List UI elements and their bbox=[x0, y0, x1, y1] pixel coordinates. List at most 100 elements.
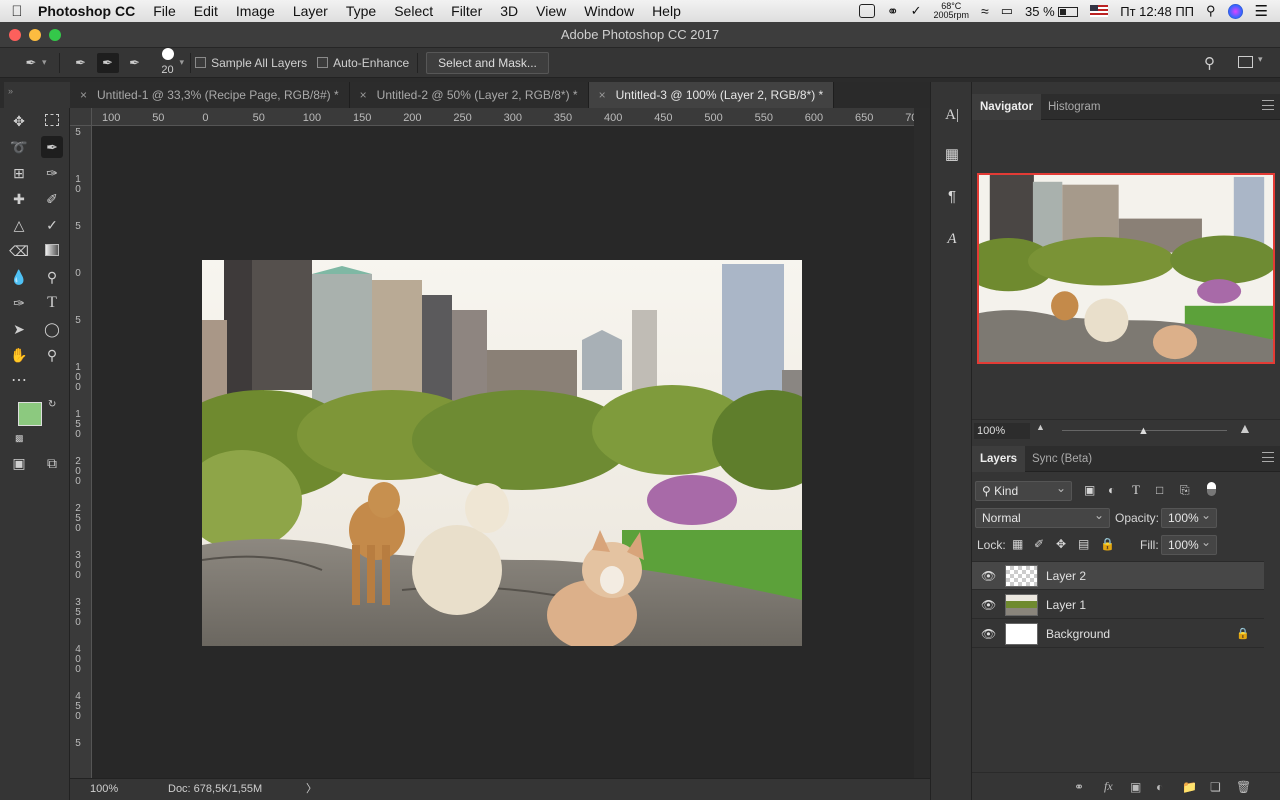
layer-row-layer-2[interactable]: 👁 Layer 2 bbox=[972, 562, 1264, 590]
path-selection-tool-icon[interactable]: ➤ bbox=[8, 318, 30, 340]
zoom-tool-icon[interactable]: ⚲ bbox=[41, 344, 63, 366]
menu-type[interactable]: Type bbox=[337, 3, 385, 19]
quick-selection-tool-icon[interactable]: ✒ bbox=[41, 136, 63, 158]
ruler-origin[interactable] bbox=[70, 108, 92, 126]
subtract-from-selection-icon[interactable]: ✒ bbox=[124, 53, 146, 73]
tab-layers[interactable]: Layers bbox=[972, 446, 1026, 472]
input-source-flag-icon[interactable] bbox=[1090, 5, 1109, 17]
lock-artboard-icon[interactable]: ▤ bbox=[1078, 537, 1089, 551]
link-layers-icon[interactable]: ⚭ bbox=[1074, 780, 1084, 794]
quick-mask-icon[interactable]: ▣ bbox=[8, 452, 30, 474]
spotlight-search-icon[interactable]: ⚲ bbox=[1206, 3, 1216, 19]
add-to-selection-icon[interactable]: ✒ bbox=[96, 52, 119, 73]
sample-all-layers-checkbox[interactable]: Sample All Layers bbox=[195, 56, 307, 70]
tab-untitled-2[interactable]: × Untitled-2 @ 50% (Layer 2, RGB/8*) * bbox=[349, 82, 589, 108]
ellipse-tool-icon[interactable]: ◯ bbox=[41, 318, 63, 340]
vertical-ruler[interactable]: 5 10 5 0 5 100 150 200 250 300 350 400 450 5 bbox=[70, 126, 92, 780]
new-group-icon[interactable]: 📁 bbox=[1182, 780, 1197, 794]
brush-tool-icon[interactable]: ✐ bbox=[41, 188, 63, 210]
healing-brush-tool-icon[interactable]: ✚ bbox=[8, 188, 30, 210]
checkmark-icon[interactable]: ✓ bbox=[911, 3, 922, 19]
pen-tool-icon[interactable]: ✑ bbox=[8, 292, 30, 314]
zoom-out-icon[interactable]: ▲ bbox=[1036, 422, 1045, 432]
filter-pixel-icon[interactable]: ▣ bbox=[1084, 483, 1095, 497]
layer-name[interactable]: Background bbox=[1046, 620, 1110, 648]
airplay-icon[interactable]: ▭ bbox=[1001, 3, 1013, 19]
navigator-menu-icon[interactable] bbox=[1262, 100, 1274, 110]
search-icon[interactable]: ⚲ bbox=[1204, 54, 1215, 72]
horizontal-ruler[interactable]: 100 50 0 50 100 150 200 250 300 350 400 450 500 550 60… bbox=[92, 108, 914, 126]
gradient-tool-icon[interactable] bbox=[41, 240, 63, 262]
workspace-switcher-icon[interactable] bbox=[1238, 56, 1253, 68]
status-app-icon[interactable] bbox=[858, 4, 875, 18]
lock-image-icon[interactable]: ✐ bbox=[1034, 537, 1044, 551]
tab-navigator[interactable]: Navigator bbox=[972, 94, 1042, 120]
lock-transparent-icon[interactable]: ▦ bbox=[1012, 537, 1023, 551]
auto-enhance-checkbox[interactable]: Auto-Enhance bbox=[317, 56, 409, 70]
filter-adjustment-icon[interactable]: ◐ bbox=[1108, 483, 1115, 497]
tool-preset-picker-icon[interactable]: ✒ bbox=[20, 53, 42, 73]
minimize-window-icon[interactable] bbox=[29, 29, 41, 41]
default-colors-icon[interactable]: ▩ bbox=[15, 433, 24, 444]
new-layer-icon[interactable]: ❏ bbox=[1210, 780, 1221, 794]
brush-picker[interactable]: 20 bbox=[158, 48, 178, 77]
menu-help[interactable]: Help bbox=[643, 3, 690, 19]
type-tool-icon[interactable]: T bbox=[41, 292, 63, 314]
delete-layer-icon[interactable]: 🗑 bbox=[1236, 780, 1251, 794]
battery-status[interactable]: 35 % bbox=[1025, 4, 1079, 19]
zoom-in-icon[interactable]: ▲ bbox=[1238, 420, 1252, 436]
siri-icon[interactable] bbox=[1227, 3, 1243, 19]
layer-filter-kind[interactable]: ⚲ Kind bbox=[975, 479, 1072, 501]
move-tool-icon[interactable]: ✥ bbox=[8, 110, 30, 132]
temperature-readout[interactable]: 68°C 2005rpm bbox=[933, 2, 969, 20]
foreground-color-swatch[interactable] bbox=[18, 402, 42, 426]
layers-menu-icon[interactable] bbox=[1262, 452, 1274, 462]
zoom-window-icon[interactable] bbox=[49, 29, 61, 41]
apple-menu-icon[interactable]:  bbox=[0, 3, 34, 20]
swap-colors-icon[interactable]: ↻ bbox=[48, 399, 56, 410]
menu-view[interactable]: View bbox=[527, 3, 575, 19]
filter-toggle-icon[interactable] bbox=[1207, 482, 1216, 496]
character-styles-icon[interactable]: A bbox=[941, 228, 963, 250]
glyphs-panel-icon[interactable]: ▦ bbox=[941, 144, 963, 166]
opacity-input[interactable]: 100% bbox=[1161, 506, 1217, 528]
layer-style-icon[interactable]: fx bbox=[1104, 779, 1113, 794]
tab-sync-beta[interactable]: Sync (Beta) bbox=[1024, 446, 1100, 472]
tab-histogram[interactable]: Histogram bbox=[1040, 94, 1108, 120]
menu-file[interactable]: File bbox=[144, 3, 185, 19]
lock-position-icon[interactable]: ✥ bbox=[1056, 537, 1066, 551]
layer-name[interactable]: Layer 1 bbox=[1046, 591, 1086, 619]
new-selection-icon[interactable]: ✒ bbox=[70, 53, 92, 73]
dodge-tool-icon[interactable]: ⚲ bbox=[41, 266, 63, 288]
close-tab-icon[interactable]: × bbox=[599, 88, 606, 102]
slider-thumb-icon[interactable]: ▲ bbox=[1138, 425, 1149, 437]
history-brush-tool-icon[interactable]: ✓ bbox=[41, 214, 63, 236]
lasso-tool-icon[interactable]: ➰ bbox=[8, 136, 30, 158]
visibility-eye-icon[interactable]: 👁 bbox=[981, 562, 996, 590]
lock-all-icon[interactable]: 🔒 bbox=[1100, 537, 1115, 551]
menu-3d[interactable]: 3D bbox=[491, 3, 527, 19]
filter-shape-icon[interactable]: □ bbox=[1156, 483, 1163, 497]
clock[interactable]: Пт 12:48 ПП bbox=[1120, 4, 1194, 19]
adjustment-layer-icon[interactable]: ◐ bbox=[1156, 780, 1163, 794]
menu-edit[interactable]: Edit bbox=[185, 3, 227, 19]
eyedropper-tool-icon[interactable]: ✑ bbox=[41, 162, 63, 184]
navigator-preview[interactable] bbox=[977, 173, 1275, 364]
fill-input[interactable]: 100% bbox=[1161, 533, 1217, 555]
menu-select[interactable]: Select bbox=[385, 3, 442, 19]
navigator-zoom-input[interactable]: 100% bbox=[974, 423, 1030, 439]
tab-untitled-1[interactable]: × Untitled-1 @ 33,3% (Recipe Page, RGB/8#… bbox=[70, 82, 350, 108]
layer-name[interactable]: Layer 2 bbox=[1046, 562, 1086, 590]
close-window-icon[interactable] bbox=[9, 29, 21, 41]
marquee-tool-icon[interactable] bbox=[41, 110, 63, 132]
eraser-tool-icon[interactable]: ⌫ bbox=[8, 240, 30, 262]
creative-cloud-icon[interactable]: ⚭ bbox=[887, 3, 899, 20]
blur-tool-icon[interactable]: 💧 bbox=[8, 266, 30, 288]
visibility-eye-icon[interactable]: 👁 bbox=[981, 620, 996, 648]
blend-mode-select[interactable]: Normal bbox=[975, 506, 1110, 528]
layer-row-background[interactable]: 👁 Background 🔒 bbox=[972, 620, 1264, 648]
visibility-eye-icon[interactable]: 👁 bbox=[981, 591, 996, 619]
notification-center-icon[interactable]: ☰ bbox=[1255, 2, 1268, 20]
filter-smart-object-icon[interactable]: ⎘ bbox=[1180, 483, 1190, 498]
more-tools-icon[interactable]: ⋯ bbox=[8, 370, 30, 392]
